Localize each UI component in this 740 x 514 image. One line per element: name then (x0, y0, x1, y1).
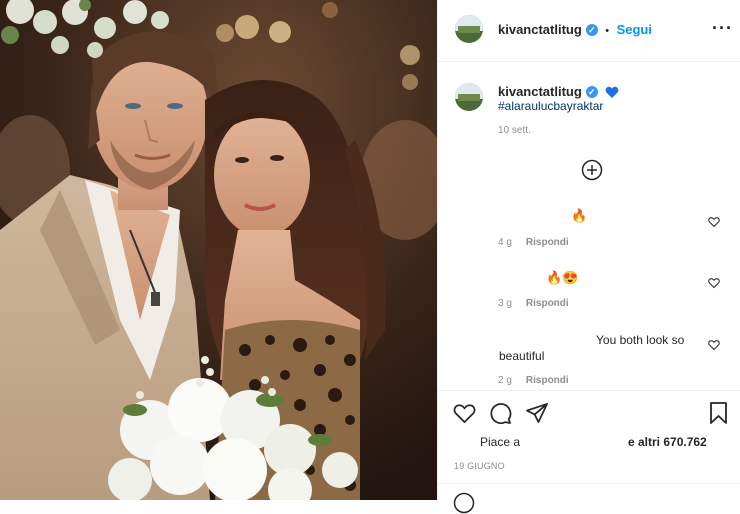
comment-1-reply-button[interactable]: Rispondi (526, 237, 569, 248)
comment-3-reply-button[interactable]: Rispondi (526, 375, 569, 386)
comment-2-text: 🔥😍 (546, 270, 579, 285)
comment-1-text: 🔥 (571, 208, 588, 223)
comment-1-meta: 4 g Rispondi (498, 237, 569, 248)
comment-3-like-heart-icon[interactable] (708, 339, 720, 351)
follow-button[interactable]: Segui (617, 22, 652, 37)
comment-2-time: 3 g (498, 298, 512, 309)
comment-3-text-line2: beautiful (499, 349, 545, 363)
post-photo[interactable] (0, 0, 437, 500)
verified-badge-icon: ✓ (585, 23, 598, 36)
comment-1-time: 4 g (498, 237, 512, 248)
save-bookmark-icon[interactable] (709, 402, 728, 424)
share-paper-plane-icon[interactable] (526, 402, 549, 424)
post-date: 19 GIUGNO (454, 461, 505, 471)
post-header: kivanctatlitug ✓ • Segui (498, 21, 652, 39)
likes-prefix: Piace a (480, 435, 521, 449)
actions-divider (438, 390, 740, 391)
comment-input-divider (438, 483, 740, 484)
comment-3-time: 2 g (498, 375, 512, 386)
likes-count[interactable]: e altri 670.762 (628, 435, 707, 449)
comment-3-text-line1: You both look so (596, 333, 685, 347)
verified-badge-icon: ✓ (585, 85, 598, 98)
header-username[interactable]: kivanctatlitug (498, 22, 582, 37)
comment-2-meta: 3 g Rispondi (498, 298, 569, 309)
comment-1-like-heart-icon[interactable] (708, 216, 720, 228)
like-heart-icon[interactable] (453, 403, 476, 424)
header-separator: • (605, 25, 610, 37)
caption-time: 10 sett. (498, 125, 531, 136)
caption-avatar[interactable] (455, 83, 483, 111)
post-side-panel: kivanctatlitug ✓ • Segui ··· kivanctatlit… (437, 0, 740, 514)
header-avatar[interactable] (455, 15, 483, 43)
caption-hashtag[interactable]: #alaraulucbayraktar (498, 99, 603, 113)
comment-2-like-heart-icon[interactable] (708, 277, 720, 289)
comment-3-meta: 2 g Rispondi (498, 375, 569, 386)
comment-2-reply-button[interactable]: Rispondi (526, 298, 569, 309)
post-image (0, 0, 437, 500)
emoji-smiley-icon[interactable] (453, 492, 475, 514)
blue-heart-icon (605, 86, 619, 98)
comment-bubble-icon[interactable] (489, 402, 512, 425)
header-divider (438, 61, 740, 62)
load-more-comments-icon[interactable] (581, 159, 603, 181)
more-dots-icon[interactable]: ··· (712, 19, 733, 37)
caption-username[interactable]: kivanctatlitug (498, 84, 582, 99)
